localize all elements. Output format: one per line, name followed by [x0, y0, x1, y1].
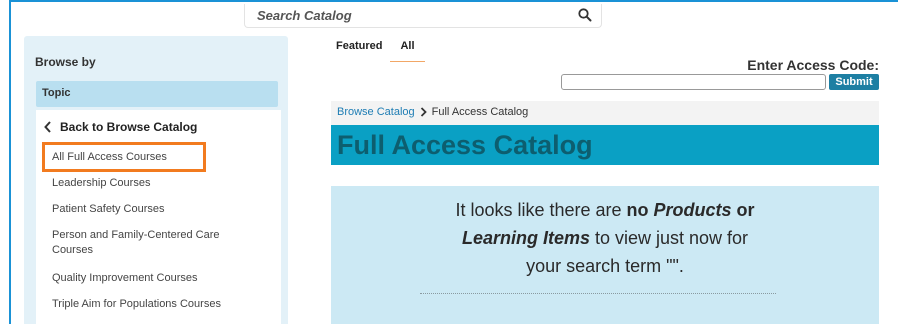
message-learning-items: Learning Items: [461, 228, 590, 248]
message-products: Products: [653, 200, 732, 220]
submit-button[interactable]: Submit: [829, 74, 879, 90]
frame-top-border: [9, 0, 898, 2]
sidebar-item-patient-safety[interactable]: Patient Safety Courses: [52, 202, 252, 217]
category-list: Back to Browse Catalog All Full Access C…: [36, 110, 281, 324]
sidebar-item-person-family-care[interactable]: Person and Family-Centered Care Courses: [52, 228, 252, 258]
browse-by-heading: Browse by: [35, 55, 96, 69]
breadcrumb: Browse Catalog Full Access Catalog: [337, 106, 528, 118]
empty-results-message: It looks like there are no Products or L…: [331, 196, 879, 280]
search-input[interactable]: Search Catalog: [257, 8, 352, 23]
back-to-browse-link[interactable]: Back to Browse Catalog: [44, 120, 197, 134]
message-text-2: to view just now for: [589, 228, 749, 248]
page-title-band: Full Access Catalog: [331, 125, 879, 165]
search-bar[interactable]: Search Catalog: [244, 4, 602, 28]
page-title: Full Access Catalog: [337, 130, 593, 160]
browse-sidebar: Browse by Topic Back to Browse Catalog A…: [24, 36, 288, 324]
frame-left-border: [9, 0, 11, 324]
breadcrumb-browse-catalog-link[interactable]: Browse Catalog: [337, 106, 415, 118]
access-code-input[interactable]: [561, 74, 826, 90]
breadcrumb-current: Full Access Catalog: [431, 106, 529, 118]
sidebar-item-quality-improvement[interactable]: Quality Improvement Courses: [52, 271, 252, 286]
topic-facet-header[interactable]: Topic: [36, 81, 278, 107]
breadcrumb-bar: Browse Catalog Full Access Catalog: [331, 101, 879, 125]
chevron-right-icon: [420, 107, 427, 117]
message-bold-no: no: [626, 200, 654, 220]
sidebar-item-leadership[interactable]: Leadership Courses: [52, 176, 252, 191]
tab-all[interactable]: All: [390, 40, 425, 62]
back-to-browse-label: Back to Browse Catalog: [60, 120, 198, 134]
message-bold-or: or: [731, 200, 755, 220]
sidebar-item-triple-aim[interactable]: Triple Aim for Populations Courses: [52, 297, 252, 312]
message-divider: [420, 293, 776, 294]
sidebar-item-all-full-access[interactable]: All Full Access Courses: [52, 150, 252, 165]
topic-facet-label: Topic: [42, 87, 71, 99]
tab-featured[interactable]: Featured: [336, 40, 390, 62]
access-code-label: Enter Access Code:: [747, 57, 879, 73]
message-text: It looks like there are: [455, 200, 627, 220]
catalog-tabs: Featured All: [336, 40, 425, 62]
message-text-3: your search term "".: [526, 256, 684, 276]
empty-results-panel: It looks like there are no Products or L…: [331, 186, 879, 324]
chevron-left-icon: [44, 121, 51, 133]
search-icon[interactable]: [577, 7, 593, 23]
